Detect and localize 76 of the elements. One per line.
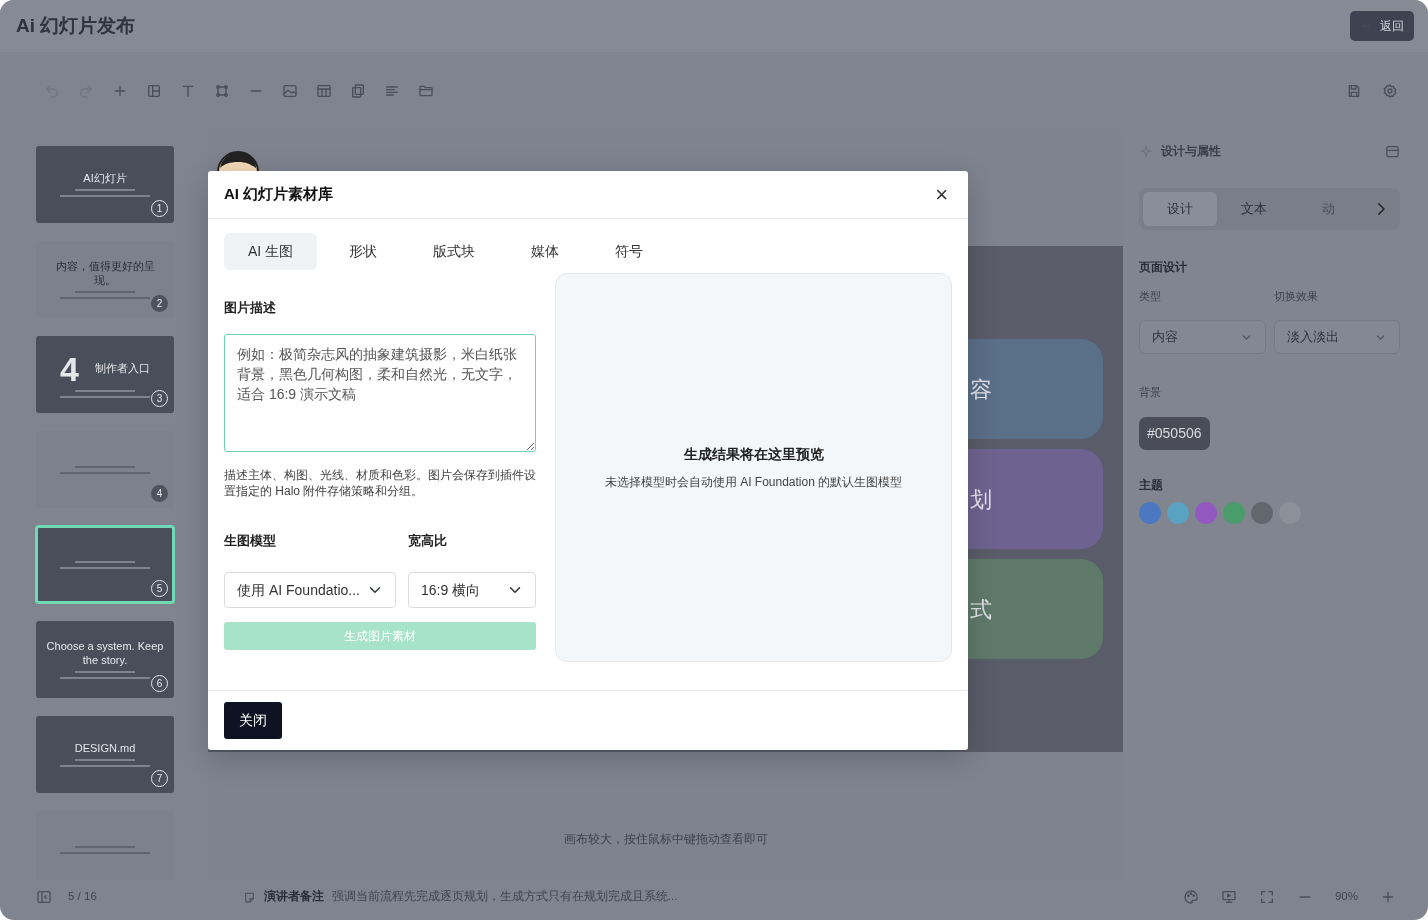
slide-text: AI幻灯片 xyxy=(83,171,127,186)
notes-text: 强调当前流程先完成逐页规划，生成方式只有在规划完成且系统... xyxy=(331,889,678,905)
tab[interactable]: 设计 xyxy=(1143,192,1218,226)
tab[interactable]: 版式块 xyxy=(409,233,500,270)
panel-title: 设计与属性 xyxy=(1161,143,1221,160)
fullscreen-icon[interactable] xyxy=(1258,889,1275,905)
slide-thumbnail[interactable]: AI幻灯片 1 xyxy=(36,146,174,223)
description-field[interactable]: 例如：极简杂志风的抽象建筑摄影，米白纸张背景，黑色几何构图，柔和自然光，无文字，适合 16:9 演示文稿 xyxy=(224,333,536,452)
text-icon[interactable] xyxy=(180,83,196,99)
panel-layout-icon[interactable] xyxy=(1385,143,1400,159)
app-title: Ai 幻灯片发布 xyxy=(16,13,136,38)
slide-text: 内容，值得更好的呈现。 xyxy=(54,260,156,287)
copy-icon[interactable] xyxy=(350,83,366,99)
align-icon[interactable] xyxy=(384,83,400,99)
field-label: 宽高比 xyxy=(408,531,448,550)
select-field[interactable]: 使用 AI Foundatio... xyxy=(224,572,396,608)
slide-text: Choose a system. Keep the story. xyxy=(46,640,164,667)
settings-icon[interactable] xyxy=(1382,83,1398,99)
slide-number: 4 xyxy=(151,485,168,502)
folder-icon[interactable] xyxy=(418,83,434,99)
tab[interactable]: AI 生图 xyxy=(224,233,318,270)
plus-icon[interactable] xyxy=(112,83,128,99)
palette-icon[interactable] xyxy=(1182,889,1199,905)
sidebar-toggle-icon[interactable] xyxy=(36,889,52,905)
slide-number-text: 4 xyxy=(60,351,79,386)
field-label: 图片描述 xyxy=(224,299,277,317)
page-indicator: 5 / 16 xyxy=(68,889,97,905)
table-icon[interactable] xyxy=(316,83,332,99)
slide-card-text: 容 xyxy=(970,375,992,404)
tab[interactable]: 符号 xyxy=(591,233,668,270)
slide-card-text: 划 xyxy=(970,485,992,514)
theme-color-dot[interactable] xyxy=(1251,501,1273,524)
dialog-title: AI 幻灯片素材库 xyxy=(224,184,334,205)
field-label: 生图模型 xyxy=(224,531,277,550)
presentation-icon[interactable] xyxy=(1220,889,1237,905)
zoom-level: 90% xyxy=(1334,889,1358,905)
slide-thumbnail[interactable] xyxy=(36,811,174,880)
preview-subtitle: 未选择模型时会自动使用 AI Foundation 的默认生图模型 xyxy=(604,474,903,491)
frame-icon[interactable] xyxy=(214,83,230,99)
theme-color-dot[interactable] xyxy=(1139,501,1161,524)
slide-thumbnail[interactable]: 5 xyxy=(36,526,174,603)
slide-thumbnail[interactable]: 4 xyxy=(36,431,174,508)
image-icon[interactable] xyxy=(282,83,298,99)
back-button[interactable]: 返回 xyxy=(1350,11,1414,41)
note-icon xyxy=(242,890,256,904)
field-label: 背景 xyxy=(1139,385,1162,400)
notes-label: 演讲者备注 xyxy=(263,888,324,905)
slide-text: DESIGN.md xyxy=(74,741,136,756)
tab[interactable]: 媒体 xyxy=(507,233,584,270)
slide-thumbnail[interactable]: 内容，值得更好的呈现。 2 xyxy=(36,241,174,318)
close-button[interactable]: × xyxy=(931,183,952,206)
slide-number: 2 xyxy=(151,295,168,312)
close-button[interactable]: 关闭 xyxy=(224,702,282,739)
layout-icon[interactable] xyxy=(146,83,162,99)
theme-color-dot[interactable] xyxy=(1195,501,1217,524)
tab[interactable]: 形状 xyxy=(325,233,402,270)
select-field[interactable]: 内容 xyxy=(1139,320,1266,354)
section-title: 主题 xyxy=(1139,476,1164,494)
save-icon[interactable] xyxy=(1346,83,1362,99)
canvas-hint: 画布较大，按住鼠标中键拖动查看即可 xyxy=(562,831,769,848)
theme-color-dot[interactable] xyxy=(1223,501,1245,524)
slide-thumbnail[interactable]: 4 制作者入口 3 xyxy=(36,336,174,413)
field-label: 切换效果 xyxy=(1273,288,1319,304)
slide-card-text: 式 xyxy=(970,595,992,624)
zoom-in-icon[interactable] xyxy=(1380,889,1396,905)
section-title: 页面设计 xyxy=(1139,258,1188,276)
color-chip[interactable]: #050506 xyxy=(1139,416,1210,450)
select-field[interactable]: 淡入淡出 xyxy=(1273,320,1400,354)
select-field[interactable]: 16:9 横向 xyxy=(408,572,536,608)
slide-thumbnail[interactable]: Choose a system. Keep the story. 6 xyxy=(36,621,174,698)
slide-text: 制作者入口 xyxy=(94,361,150,376)
help-text: 描述主体、构图、光线、材质和色彩。图片会保存到插件设置指定的 Halo 附件存储策略和分组。 xyxy=(224,466,536,499)
field-label: 类型 xyxy=(1139,288,1162,304)
preview-title: 生成结果将在这里预览 xyxy=(683,445,824,464)
slide-thumbnail[interactable]: DESIGN.md 7 xyxy=(36,716,174,793)
theme-color-dot[interactable] xyxy=(1167,501,1189,524)
